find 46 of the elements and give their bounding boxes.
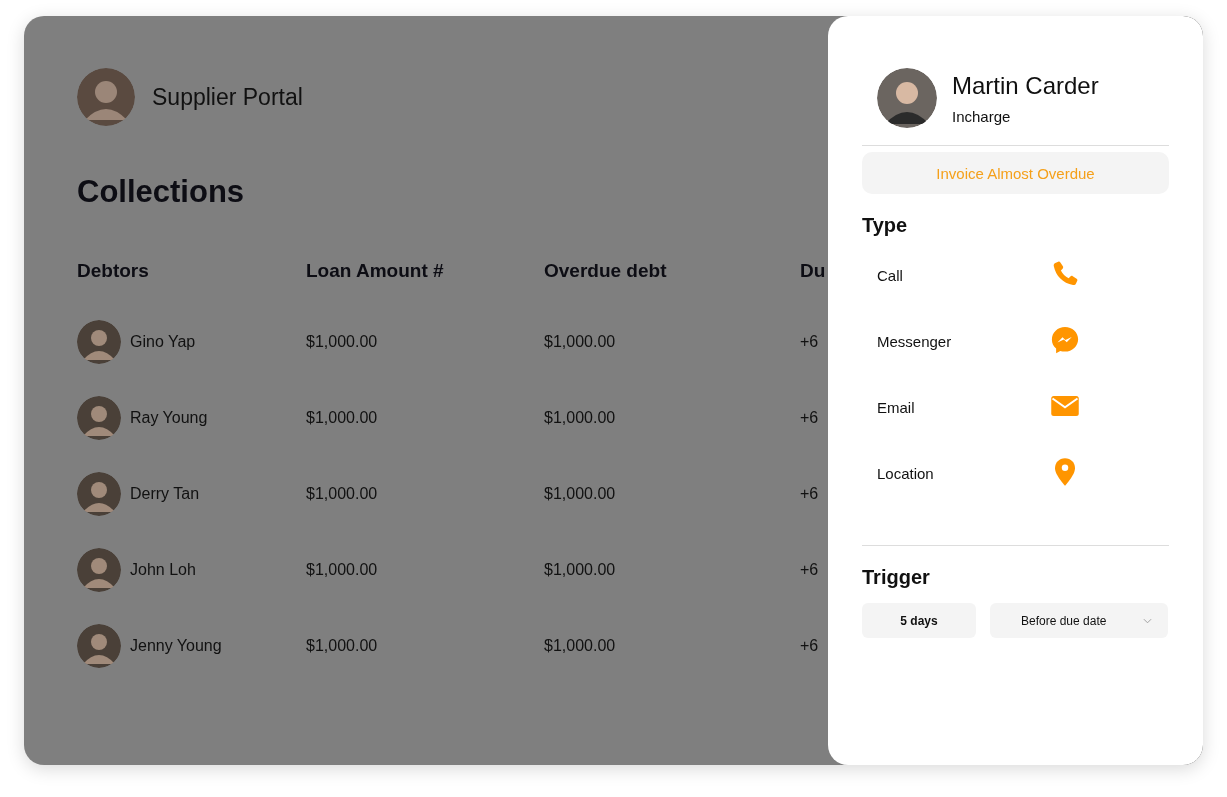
chevron-down-icon bbox=[1143, 617, 1152, 624]
person-role: Incharge bbox=[952, 107, 1012, 125]
contact-type-label: Messenger bbox=[877, 332, 953, 350]
avatar bbox=[877, 68, 937, 128]
avatar bbox=[77, 548, 121, 592]
column-header: Loan Amount # bbox=[306, 260, 445, 283]
table-cell: $1,000.00 bbox=[544, 485, 616, 503]
table-cell: $1,000.00 bbox=[306, 485, 378, 503]
table-cell: +6 bbox=[800, 637, 819, 655]
avatar bbox=[77, 472, 121, 516]
column-header: Du bbox=[800, 260, 827, 283]
table-cell: $1,000.00 bbox=[544, 561, 616, 579]
debtor-name: Jenny Young bbox=[130, 637, 222, 655]
table-cell: +6 bbox=[800, 409, 819, 427]
avatar bbox=[77, 320, 121, 364]
table-cell: $1,000.00 bbox=[544, 333, 616, 351]
avatar bbox=[77, 396, 121, 440]
column-header: Overdue debt bbox=[544, 260, 668, 283]
debtor-name: Ray Young bbox=[130, 409, 208, 427]
table-cell: $1,000.00 bbox=[544, 409, 616, 427]
section-heading: Trigger bbox=[862, 566, 931, 589]
avatar bbox=[77, 68, 135, 126]
page-title: Collections bbox=[77, 174, 246, 210]
table-cell: +6 bbox=[800, 333, 819, 351]
table-cell: $1,000.00 bbox=[544, 637, 616, 655]
debtor-name: Gino Yap bbox=[130, 333, 196, 351]
messenger-icon[interactable] bbox=[1050, 325, 1080, 355]
table-cell: +6 bbox=[800, 561, 819, 579]
contact-type-label: Email bbox=[877, 398, 916, 416]
portal-title: Supplier Portal bbox=[152, 83, 303, 111]
table-cell: $1,000.00 bbox=[306, 561, 378, 579]
table-cell: $1,000.00 bbox=[306, 409, 378, 427]
debtor-name: John Loh bbox=[130, 561, 196, 579]
section-heading: Type bbox=[862, 214, 909, 237]
debtor-name: Derry Tan bbox=[130, 485, 200, 503]
contact-type-label: Location bbox=[877, 464, 935, 482]
avatar bbox=[77, 624, 121, 668]
table-cell: $1,000.00 bbox=[306, 637, 378, 655]
days-button[interactable]: 5 days bbox=[862, 603, 976, 638]
status-banner: Invoice Almost Overdue bbox=[862, 152, 1169, 194]
contact-type-label: Call bbox=[877, 266, 904, 284]
column-header: Debtors bbox=[77, 260, 150, 283]
timing-dropdown[interactable]: Before due date bbox=[990, 603, 1168, 638]
table-cell: $1,000.00 bbox=[306, 333, 378, 351]
table-cell: +6 bbox=[800, 485, 819, 503]
person-name: Martin Carder bbox=[952, 71, 1099, 100]
